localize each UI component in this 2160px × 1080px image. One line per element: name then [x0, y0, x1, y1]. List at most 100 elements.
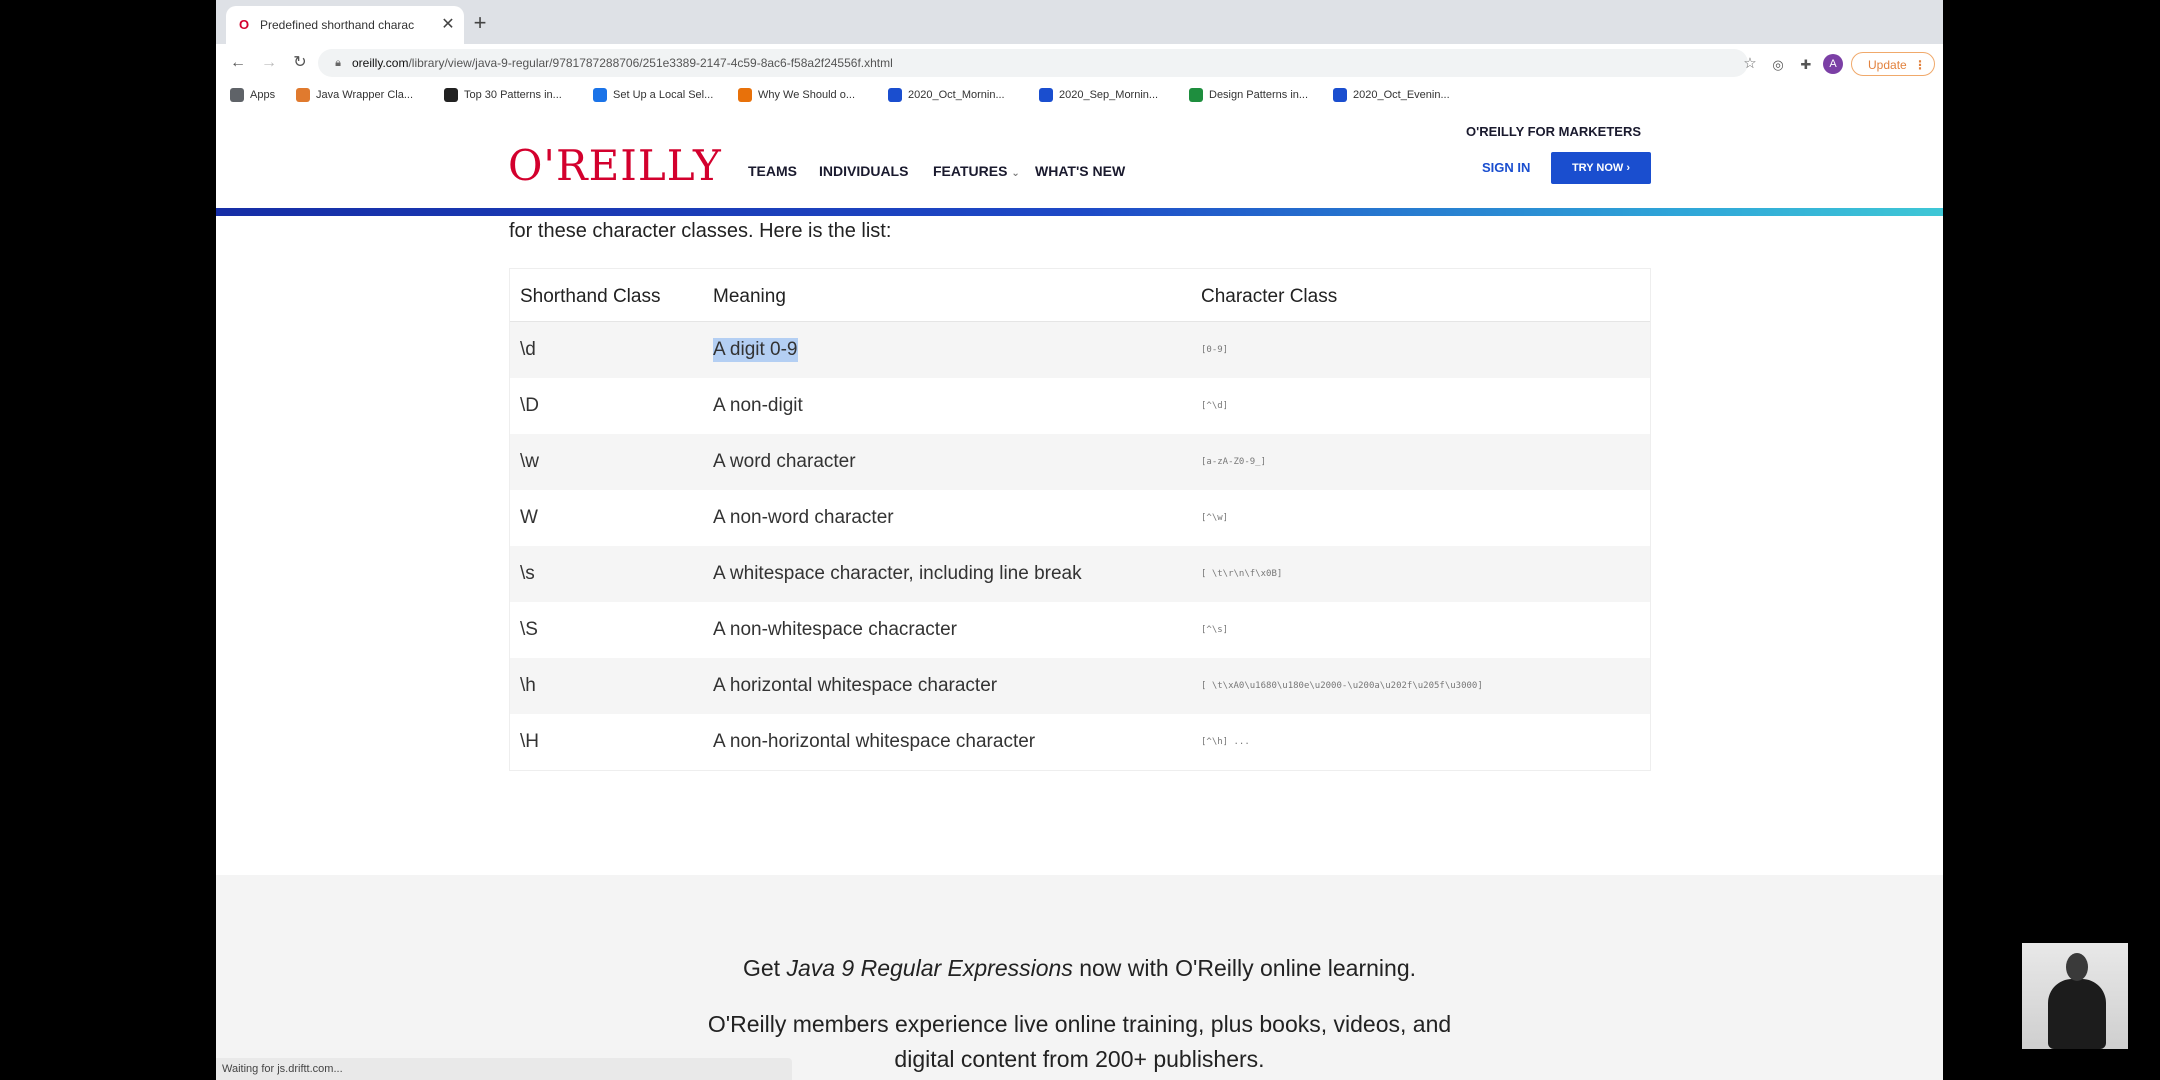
- promo-headline: Get Java 9 Regular Expressions now with …: [216, 952, 1943, 984]
- bookmark-label: 2020_Oct_Mornin...: [908, 89, 1005, 101]
- tab-title: Predefined shorthand charac: [260, 18, 415, 32]
- nav-features-label: FEATURES: [933, 163, 1008, 179]
- url-text[interactable]: oreilly.com/library/view/java-9-regular/…: [352, 55, 893, 71]
- bookmark-label: 2020_Sep_Mornin...: [1059, 89, 1159, 101]
- shorthand-classes-table: Shorthand Class Meaning Character Class …: [509, 268, 1651, 771]
- more-menu-icon: ⋮: [1914, 58, 1926, 72]
- cell-shorthand: \D: [520, 395, 539, 416]
- table-row: W A non-word character [^\w]: [510, 490, 1650, 546]
- extension-icon[interactable]: ◎: [1769, 56, 1787, 74]
- promo-headline-pre: Get: [742, 955, 787, 981]
- table-row: \S A non-whitespace chacracter [^\s]: [510, 602, 1650, 658]
- table-header: Shorthand Class Meaning Character Class: [510, 269, 1650, 322]
- bookmark-favicon-icon: [444, 88, 458, 103]
- cell-meaning: A non-whitespace chacracter: [713, 619, 957, 640]
- browser-tab-active[interactable]: O Predefined shorthand charac ✕: [226, 6, 464, 44]
- bookmark-item[interactable]: 2020_Oct_Mornin...: [888, 86, 1005, 104]
- column-header-meaning: Meaning: [713, 286, 786, 307]
- sign-in-link[interactable]: SIGN IN: [1482, 160, 1530, 175]
- column-header-shorthand: Shorthand Class: [520, 286, 661, 307]
- bookmark-favicon-icon: [1039, 88, 1053, 103]
- bookmarks-bar: Apps Java Wrapper Cla... Top 30 Patterns i…: [216, 82, 1943, 109]
- bookmark-item[interactable]: Java Wrapper Cla...: [296, 86, 413, 104]
- cell-shorthand: W: [520, 507, 538, 528]
- cell-character-class: [a-zA-Z0-9_]: [1201, 457, 1267, 467]
- cell-meaning: A horizontal whitespace character: [713, 675, 998, 696]
- intro-text: for these character classes. Here is the…: [509, 220, 892, 242]
- bookmark-favicon-icon: [1333, 88, 1347, 103]
- try-now-label: TRY NOW: [1571, 162, 1624, 174]
- cell-meaning: A non-horizontal whitespace character: [713, 731, 1036, 752]
- oreilly-logo[interactable]: O'REILLY: [508, 142, 722, 190]
- cell-shorthand: \H: [520, 731, 539, 752]
- oreilly-for-marketers-link[interactable]: O'REILLY FOR MARKETERS: [1466, 124, 1641, 139]
- promo-book-title[interactable]: Java 9 Regular Expressions: [786, 955, 1072, 981]
- chevron-down-icon: ⌄: [1011, 168, 1020, 179]
- cell-character-class: [^\s]: [1201, 625, 1229, 635]
- promo-description-line1: O'Reilly members experience live online …: [707, 1011, 1452, 1037]
- bookmark-item[interactable]: Apps: [230, 86, 275, 104]
- cell-shorthand: \s: [520, 563, 535, 584]
- bookmark-label: Set Up a Local Sel...: [613, 89, 714, 101]
- tab-strip: O Predefined shorthand charac ✕ +: [216, 0, 1943, 44]
- table-body: \d A digit 0-9 [0-9] \D A non-digit [^\d] \w A …: [510, 322, 1650, 770]
- bookmark-item[interactable]: Set Up a Local Sel...: [593, 86, 713, 104]
- cell-character-class: [ \t\xA0\u1680\u180e\u2000-\u200a\u202f\…: [1201, 681, 1483, 691]
- bookmark-favicon-icon: [738, 88, 752, 103]
- nav-features[interactable]: FEATURES ⌄: [933, 161, 1020, 184]
- try-now-button[interactable]: TRY NOW ›: [1551, 152, 1651, 184]
- browser-toolbar: ← → ↻ 🔒︎ oreilly.com/library/view/java-9…: [216, 44, 1943, 82]
- reload-icon[interactable]: ↻: [288, 51, 312, 75]
- cell-shorthand: \d: [520, 339, 536, 360]
- nav-teams[interactable]: TEAMS: [748, 161, 797, 181]
- puzzle-extensions-icon[interactable]: ✚: [1797, 56, 1815, 74]
- bookmark-item[interactable]: Why We Should o...: [738, 86, 855, 104]
- cell-meaning: A whitespace character, including line b…: [713, 563, 1082, 584]
- cell-meaning: A word character: [713, 451, 856, 472]
- forward-arrow-icon[interactable]: →: [257, 51, 281, 75]
- bookmark-item[interactable]: 2020_Sep_Mornin...: [1039, 86, 1158, 104]
- bookmark-favicon-icon: [593, 88, 607, 103]
- webcam-overlay: [2022, 943, 2128, 1049]
- cell-meaning: A non-word character: [713, 507, 894, 528]
- status-bubble: Waiting for js.driftt.com...: [216, 1058, 792, 1080]
- cell-shorthand: \h: [520, 675, 536, 696]
- cell-character-class: [^\d]: [1201, 401, 1229, 411]
- nav-whats-new[interactable]: WHAT'S NEW: [1035, 161, 1125, 181]
- update-label: Update: [1868, 58, 1907, 72]
- chevron-right-icon: ›: [1626, 162, 1631, 174]
- address-bar[interactable]: 🔒︎ oreilly.com/library/view/java-9-regul…: [318, 49, 1748, 77]
- cell-shorthand: \S: [520, 619, 538, 640]
- column-header-character-class: Character Class: [1201, 286, 1338, 307]
- table-row: \H A non-horizontal whitespace character […: [510, 714, 1650, 770]
- update-button[interactable]: Update ⋮: [1851, 52, 1935, 76]
- profile-avatar[interactable]: A: [1823, 54, 1843, 74]
- bookmark-favicon-icon: [888, 88, 902, 103]
- browser-window: O Predefined shorthand charac ✕ + ← → ↻ …: [216, 0, 1943, 1080]
- lock-icon: 🔒︎: [335, 57, 341, 69]
- bookmark-item[interactable]: Top 30 Patterns in...: [444, 86, 562, 104]
- cell-character-class: [ \t\r\n\f\x0B]: [1201, 569, 1283, 579]
- bookmark-favicon-icon: [1189, 88, 1203, 103]
- nav-individuals[interactable]: INDIVIDUALS: [819, 161, 908, 181]
- close-tab-icon[interactable]: ✕: [438, 15, 458, 35]
- cell-character-class: [^\h] ...: [1201, 737, 1250, 747]
- presenter-head: [2066, 953, 2088, 981]
- bookmark-favicon-icon: [296, 88, 310, 103]
- table-row: \w A word character [a-zA-Z0-9_]: [510, 434, 1650, 490]
- bookmark-item[interactable]: Design Patterns in...: [1189, 86, 1308, 104]
- new-tab-icon[interactable]: +: [468, 12, 492, 36]
- apps-grid-icon: [230, 88, 244, 103]
- bookmark-label: 2020_Oct_Evenin...: [1353, 89, 1450, 101]
- table-row: \s A whitespace character, including line…: [510, 546, 1650, 602]
- oreilly-header: O'REILLY TEAMS INDIVIDUALS FEATURES ⌄ WH…: [216, 108, 1943, 210]
- cell-shorthand: \w: [520, 451, 539, 472]
- bookmark-star-icon[interactable]: ☆: [1740, 54, 1760, 74]
- bookmark-label: Why We Should o...: [758, 89, 856, 101]
- table-row: \d A digit 0-9 [0-9]: [510, 322, 1650, 378]
- back-arrow-icon[interactable]: ←: [226, 51, 250, 75]
- bookmark-item[interactable]: 2020_Oct_Evenin...: [1333, 86, 1450, 104]
- bookmark-label: Top 30 Patterns in...: [464, 89, 562, 101]
- table-row: \h A horizontal whitespace character [ \t\…: [510, 658, 1650, 714]
- cell-character-class: [0-9]: [1201, 345, 1229, 355]
